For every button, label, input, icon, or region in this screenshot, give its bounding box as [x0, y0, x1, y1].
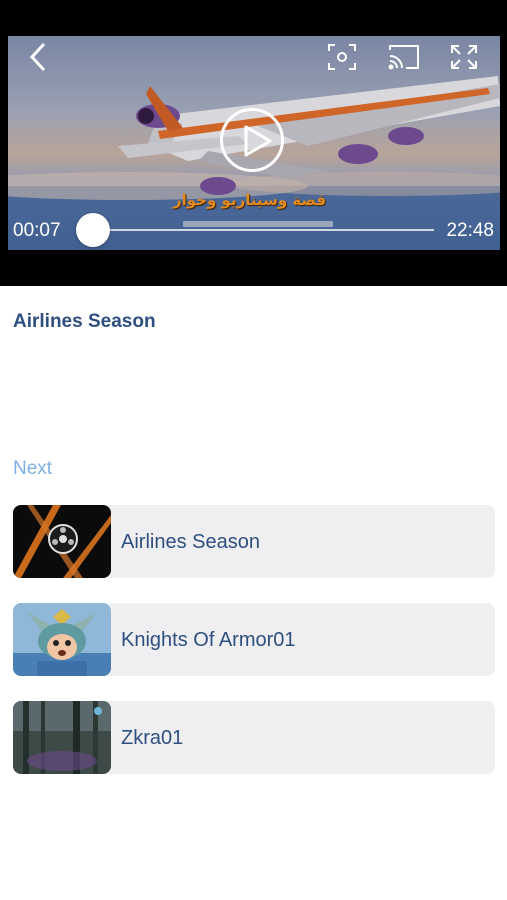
- list-item[interactable]: Zkra01: [13, 701, 495, 774]
- play-button[interactable]: [220, 108, 284, 172]
- video-subtitle: قصة وسيناريو وحوار: [173, 191, 327, 209]
- video-player: قصة وسيناريو وحوار 00:07 22:48: [0, 0, 507, 286]
- forest-scene-icon: [13, 701, 111, 774]
- next-section-label: Next: [13, 458, 53, 479]
- video-frame[interactable]: قصة وسيناريو وحوار 00:07 22:48: [8, 36, 500, 250]
- current-time: 00:07: [13, 220, 61, 241]
- list-item-title: Zkra01: [121, 727, 184, 749]
- list-item-title: Knights Of Armor01: [121, 629, 296, 651]
- armored-knight-icon: [13, 603, 111, 676]
- focus-icon[interactable]: [326, 42, 358, 72]
- seek-bar[interactable]: [91, 229, 434, 231]
- seek-thumb[interactable]: [75, 213, 110, 247]
- list-item-title: Airlines Season: [121, 531, 260, 553]
- total-time: 22:48: [446, 220, 494, 241]
- chevron-left-icon[interactable]: [26, 42, 52, 72]
- film-reel-icon: [13, 505, 111, 578]
- play-icon: [244, 125, 272, 157]
- fullscreen-icon[interactable]: [448, 42, 480, 72]
- cast-icon[interactable]: [386, 42, 422, 72]
- video-title: Airlines Season: [13, 311, 156, 332]
- list-item[interactable]: Knights Of Armor01: [13, 603, 495, 676]
- list-item[interactable]: Airlines Season: [13, 505, 495, 578]
